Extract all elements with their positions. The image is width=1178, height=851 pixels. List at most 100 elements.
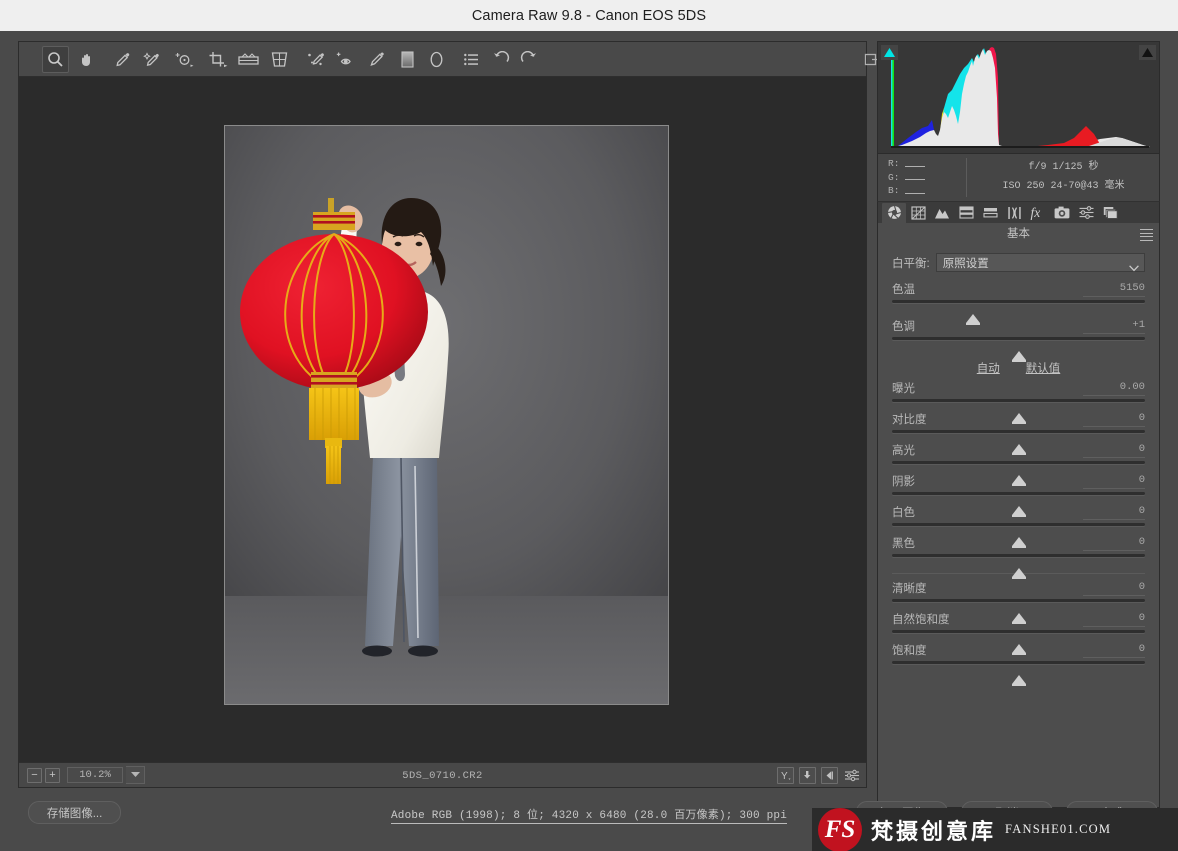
slider-vibrance[interactable]: 自然饱和度 0 — [892, 611, 1145, 639]
color-sampler-icon[interactable] — [138, 46, 165, 73]
auto-button[interactable]: 自动 — [977, 360, 1000, 376]
chevron-down-icon[interactable] — [126, 766, 145, 784]
targeted-adjustment-icon[interactable] — [171, 46, 198, 73]
highlight-clipping-warning-icon[interactable] — [1139, 45, 1156, 60]
slider-track[interactable] — [892, 399, 1145, 402]
slider-exposure[interactable]: 曝光 0.00 — [892, 380, 1145, 408]
b-value — [905, 187, 925, 194]
slider-tint[interactable]: 色调 +1 — [892, 318, 1145, 346]
image-canvas[interactable] — [19, 77, 866, 762]
tab-hsl-grayscale[interactable] — [954, 203, 978, 223]
panel-title: 基本 — [1007, 225, 1030, 241]
slider-blacks[interactable]: 黑色 0 — [892, 535, 1145, 563]
slider-track[interactable] — [892, 300, 1145, 303]
slider-knob[interactable] — [1012, 351, 1026, 360]
preview-image — [224, 125, 669, 705]
tab-presets[interactable] — [1074, 203, 1098, 223]
slider-value[interactable]: 0 — [1083, 643, 1145, 658]
panel-menu-icon[interactable] — [1140, 229, 1153, 243]
slider-value[interactable]: 0.00 — [1083, 381, 1145, 396]
white-balance-value: 原照设置 — [943, 255, 989, 271]
slider-track[interactable] — [892, 554, 1145, 557]
straighten-tool-icon[interactable] — [235, 46, 262, 73]
slider-value[interactable]: 0 — [1083, 536, 1145, 551]
tab-lens-corrections[interactable] — [1002, 203, 1026, 223]
crop-tool-icon[interactable] — [205, 46, 232, 73]
image-viewer-frame: − + 10.2% 5DS_0710.CR2 Y — [18, 41, 867, 788]
slider-track[interactable] — [892, 430, 1145, 433]
slider-contrast[interactable]: 对比度 0 — [892, 411, 1145, 439]
transform-tool-icon[interactable] — [266, 46, 293, 73]
tab-tone-curve[interactable] — [906, 203, 930, 223]
rotate-cw-icon[interactable] — [515, 46, 542, 73]
tab-split-toning[interactable] — [978, 203, 1002, 223]
zoom-in-button[interactable]: + — [45, 768, 60, 783]
watermark-chinese-text: 梵摄创意库 — [871, 814, 996, 846]
zoom-tool-icon[interactable] — [42, 46, 69, 73]
slider-value[interactable]: 0 — [1083, 505, 1145, 520]
graduated-filter-icon[interactable] — [394, 46, 421, 73]
adjustment-brush-icon[interactable] — [363, 46, 390, 73]
tab-effects[interactable]: fx — [1026, 203, 1050, 223]
slider-shadows[interactable]: 阴影 0 — [892, 473, 1145, 501]
shadow-clipping-warning-icon[interactable] — [881, 45, 898, 60]
watermark-monogram: FS — [818, 808, 862, 851]
basic-panel: 白平衡: 原照设置 色温 5150 色调 — [877, 243, 1160, 808]
slider-knob[interactable] — [1012, 675, 1026, 684]
radial-filter-icon[interactable] — [423, 46, 450, 73]
slider-value[interactable]: 0 — [1083, 443, 1145, 458]
spot-removal-icon[interactable] — [303, 46, 330, 73]
tab-basic[interactable] — [882, 203, 906, 223]
hand-tool-icon[interactable] — [73, 46, 100, 73]
tab-detail[interactable] — [930, 203, 954, 223]
preferences-icon[interactable] — [458, 46, 485, 73]
y-filter-icon[interactable]: Y — [777, 767, 794, 784]
slider-track[interactable] — [892, 630, 1145, 633]
tab-camera-calibration[interactable] — [1050, 203, 1074, 223]
slider-saturation[interactable]: 饱和度 0 — [892, 642, 1145, 670]
panel-tab-bar: fx — [877, 201, 1160, 223]
sliders-icon[interactable] — [843, 767, 860, 784]
slider-clarity[interactable]: 清晰度 0 — [892, 580, 1145, 608]
zoom-level-value[interactable]: 10.2% — [67, 767, 123, 783]
slider-value[interactable]: 0 — [1083, 412, 1145, 427]
slider-track[interactable] — [892, 599, 1145, 602]
zoom-out-button[interactable]: − — [27, 768, 42, 783]
slider-label: 阴影 — [892, 473, 915, 489]
slider-label: 对比度 — [892, 411, 927, 427]
slider-value[interactable]: +1 — [1083, 319, 1145, 334]
tab-snapshots[interactable] — [1098, 203, 1122, 223]
slider-track[interactable] — [892, 661, 1145, 664]
slider-value[interactable]: 0 — [1083, 474, 1145, 489]
slider-value[interactable]: 5150 — [1083, 282, 1145, 297]
rgb-readout: R: G: B: — [888, 157, 958, 198]
right-panel-column: R: G: B: f/9 1/125 秒 ISO 250 24-70@43 毫米 — [877, 41, 1160, 788]
sync-arrows-icon[interactable] — [799, 767, 816, 784]
slider-track[interactable] — [892, 523, 1145, 526]
watermark-logo: FS — [818, 808, 862, 851]
slider-track[interactable] — [892, 461, 1145, 464]
slider-temperature[interactable]: 色温 5150 — [892, 281, 1145, 309]
slider-label: 清晰度 — [892, 580, 927, 596]
white-balance-select[interactable]: 原照设置 — [936, 253, 1145, 272]
slider-highlights[interactable]: 高光 0 — [892, 442, 1145, 470]
watermark: FS 梵摄创意库 FANSHE01.COM — [812, 808, 1178, 851]
rotate-ccw-icon[interactable] — [488, 46, 515, 73]
white-balance-eyedropper-icon[interactable] — [109, 46, 136, 73]
white-balance-row: 白平衡: 原照设置 — [892, 253, 1145, 272]
slider-track[interactable] — [892, 492, 1145, 495]
slider-knob[interactable] — [1012, 568, 1026, 577]
exif-readout: R: G: B: f/9 1/125 秒 ISO 250 24-70@43 毫米 — [877, 154, 1160, 201]
red-eye-removal-icon[interactable] — [332, 46, 359, 73]
slider-label: 自然饱和度 — [892, 611, 950, 627]
left-arrow-icon[interactable] — [821, 767, 838, 784]
zoom-controls: − + 10.2% — [27, 766, 145, 784]
slider-value[interactable]: 0 — [1083, 581, 1145, 596]
g-label: G: — [888, 172, 899, 183]
slider-value[interactable]: 0 — [1083, 612, 1145, 627]
exposure-settings-line: f/9 1/125 秒 — [974, 158, 1153, 177]
iso-lens-line: ISO 250 24-70@43 毫米 — [974, 177, 1153, 196]
slider-track[interactable] — [892, 337, 1145, 340]
slider-whites[interactable]: 白色 0 — [892, 504, 1145, 532]
default-button[interactable]: 默认值 — [1026, 360, 1061, 376]
